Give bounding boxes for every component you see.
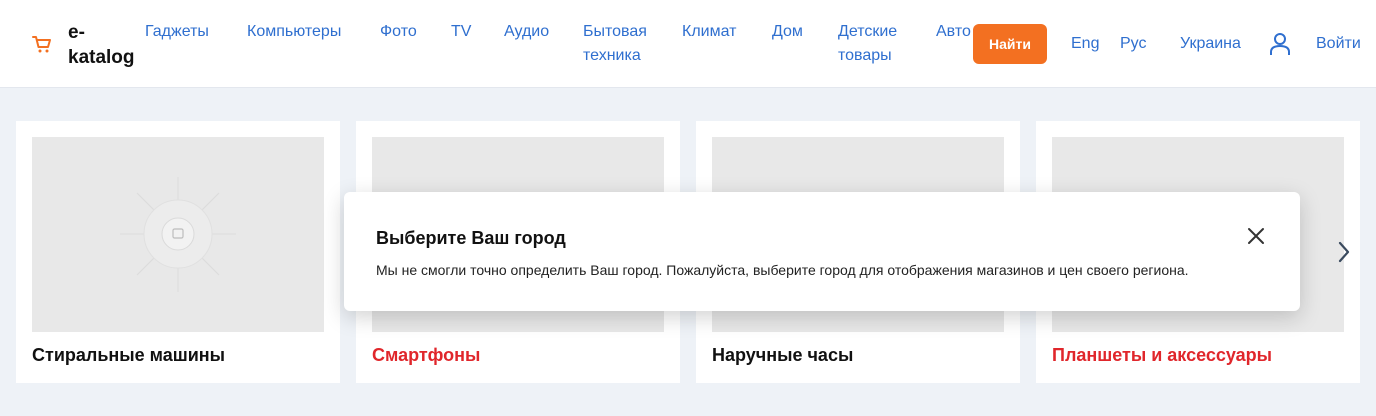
nav-item-auto[interactable]: Авто [936, 20, 973, 44]
popup-message: Мы не смогли точно определить Ваш город.… [376, 262, 1189, 278]
category-card[interactable]: Стиральные машины [16, 121, 340, 383]
nav-item-audio[interactable]: Аудио [504, 20, 549, 44]
nav-item-photo[interactable]: Фото [380, 20, 417, 44]
header: e-katalog Гаджеты Компьютеры Фото TV Ауд… [0, 0, 1376, 88]
nav-item-appliances[interactable]: Бытовая техника [583, 20, 663, 68]
nav-item-gadgets[interactable]: Гаджеты [145, 20, 209, 44]
search-button[interactable]: Найти [973, 24, 1047, 64]
card-image [32, 137, 324, 332]
image-placeholder-icon [120, 177, 236, 292]
card-title[interactable]: Наручные часы [712, 343, 853, 367]
lang-rus-link[interactable]: Рус [1120, 34, 1147, 54]
nav-item-home[interactable]: Дом [772, 20, 803, 44]
lang-eng-link[interactable]: Eng [1071, 34, 1099, 54]
logo-line-2: katalog [68, 47, 135, 68]
logo-text[interactable]: e-katalog [68, 20, 148, 70]
close-icon[interactable] [1244, 224, 1268, 248]
nav-item-tv[interactable]: TV [451, 20, 471, 44]
user-icon[interactable] [1269, 32, 1291, 56]
popup-title: Выберите Ваш город [376, 228, 566, 248]
card-title[interactable]: Стиральные машины [32, 343, 225, 367]
nav-item-climate[interactable]: Климат [682, 20, 736, 44]
card-title[interactable]: Смартфоны [372, 343, 480, 367]
city-select-popup: Выберите Ваш город Мы не смогли точно оп… [344, 192, 1300, 311]
cart-icon[interactable] [32, 34, 52, 54]
nav-item-kids[interactable]: Детские товары [838, 20, 918, 68]
chevron-right-icon[interactable] [1336, 240, 1352, 264]
card-title[interactable]: Планшеты и аксессуары [1052, 343, 1272, 367]
logo-line-1: e- [68, 22, 85, 43]
region-link[interactable]: Украина [1180, 34, 1241, 54]
nav-item-computers[interactable]: Компьютеры [247, 20, 341, 44]
login-link[interactable]: Войти [1316, 34, 1361, 54]
